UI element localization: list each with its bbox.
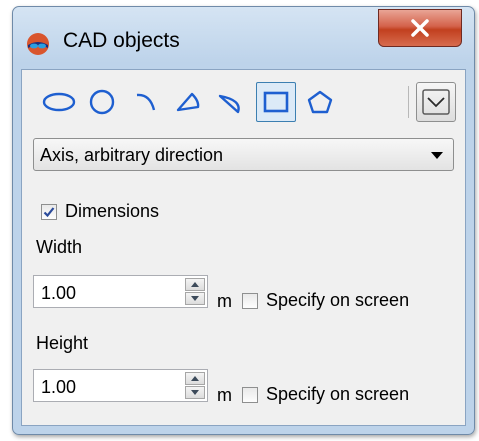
width-specify-checkbox[interactable] (242, 292, 258, 309)
circle-tool-button[interactable] (84, 82, 120, 122)
window-title: CAD objects (63, 29, 180, 52)
mode-combobox-value: Axis, arbitrary direction (40, 145, 224, 165)
height-spin-buttons (185, 372, 205, 399)
title-bar[interactable]: CAD objects (13, 7, 474, 69)
width-spinbox[interactable]: 1.00 (33, 275, 208, 308)
width-decrement-button[interactable] (185, 292, 205, 305)
checkmark-icon (43, 206, 55, 217)
shape-menu-button[interactable] (416, 82, 456, 122)
mode-combobox[interactable]: Axis, arbitrary direction (33, 138, 454, 171)
rectangle-icon (263, 91, 289, 113)
height-increment-button[interactable] (185, 372, 205, 385)
spin-up-icon (191, 282, 199, 287)
height-unit: m (217, 385, 232, 405)
app-icon (27, 33, 49, 55)
width-label: Width (36, 237, 83, 257)
segment-icon (218, 94, 240, 114)
sector-tool-button[interactable] (170, 82, 206, 122)
segment-tool-button[interactable] (212, 82, 248, 122)
rectangle-tool-button[interactable] (256, 82, 296, 122)
polygon-tool-button[interactable] (302, 82, 338, 122)
sector-icon (176, 92, 200, 112)
chevron-down-icon (422, 89, 450, 115)
polygon-icon (307, 90, 333, 114)
circle-icon (89, 89, 115, 115)
width-unit: m (217, 291, 232, 311)
dialog-body: Axis, arbitrary direction Dimensions Wid… (21, 69, 466, 426)
spin-down-icon (191, 296, 199, 301)
ellipse-tool-button[interactable] (40, 82, 78, 122)
shape-toolbar (40, 82, 460, 122)
height-value: 1.00 (41, 377, 77, 397)
height-spinbox[interactable]: 1.00 (33, 369, 208, 402)
close-icon (411, 19, 429, 37)
width-increment-button[interactable] (185, 278, 205, 291)
dimensions-label: Dimensions (65, 201, 160, 221)
dropdown-arrow-icon (431, 152, 443, 159)
spin-down-icon (191, 390, 199, 395)
spin-up-icon (191, 376, 199, 381)
toolbar-separator (408, 86, 409, 118)
dimensions-checkbox-row[interactable]: Dimensions (41, 201, 159, 222)
width-specify-label: Specify on screen (266, 290, 410, 310)
cad-objects-window: CAD objects Axis, arbitrary direction Di… (12, 6, 475, 435)
close-button[interactable] (378, 9, 462, 47)
ellipse-icon (42, 92, 76, 112)
width-specify-row[interactable]: Specify on screen (242, 290, 409, 311)
arc-tool-button[interactable] (128, 82, 164, 122)
height-specify-label: Specify on screen (266, 384, 410, 404)
width-value: 1.00 (41, 283, 77, 303)
height-label: Height (36, 333, 89, 353)
height-decrement-button[interactable] (185, 386, 205, 399)
width-spin-buttons (185, 278, 205, 305)
height-specify-checkbox[interactable] (242, 386, 258, 403)
arc-icon (136, 93, 156, 111)
dimensions-checkbox[interactable] (41, 203, 57, 220)
height-specify-row[interactable]: Specify on screen (242, 384, 409, 405)
